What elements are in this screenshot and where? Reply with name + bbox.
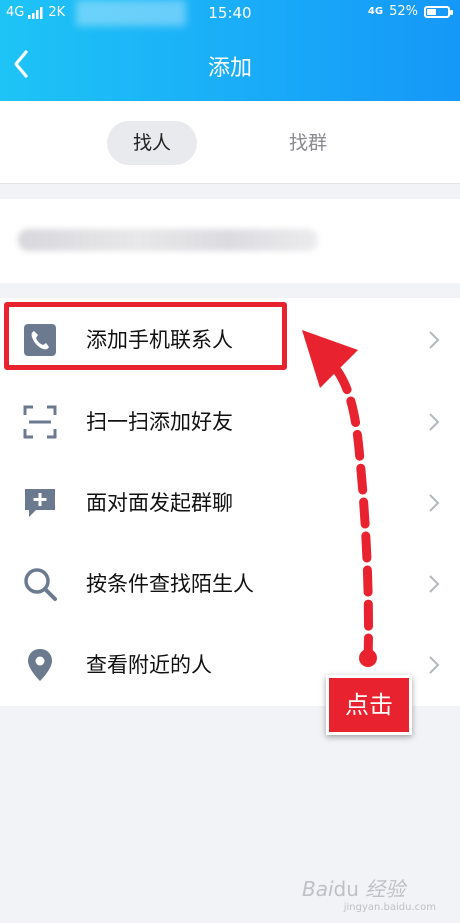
location-pin-icon <box>28 649 52 681</box>
network-type-right: 4G <box>367 6 384 17</box>
status-bar: 4G 2K 15:40 4G 52% <box>0 0 460 28</box>
list-item-label: 扫一扫添加好友 <box>86 410 233 434</box>
search-input-blurred[interactable] <box>18 229 318 251</box>
chevron-right-icon <box>429 413 440 431</box>
status-right: 4G 52% <box>367 4 453 19</box>
chevron-right-icon <box>429 575 440 593</box>
battery-icon <box>424 5 453 18</box>
list-item-label: 按条件查找陌生人 <box>86 572 254 596</box>
tap-instruction-badge: 点击 <box>326 675 412 735</box>
watermark-logo: Baidu 经验 jingyan.baidu.com <box>302 877 436 913</box>
dashed-arrow <box>302 330 377 667</box>
tab-find-people[interactable]: 找人 <box>107 121 197 165</box>
chevron-right-icon <box>429 331 440 349</box>
search-icon <box>24 568 57 601</box>
tab-bar: 找人 找群 <box>0 101 460 184</box>
scan-icon <box>23 405 57 439</box>
chevron-right-icon <box>429 656 440 674</box>
list-item-label: 面对面发起群聊 <box>86 491 233 515</box>
page-title: 添加 <box>207 56 252 81</box>
chat-plus-icon <box>25 489 55 517</box>
list-item-label: 查看附近的人 <box>86 653 212 677</box>
battery-percent: 52% <box>389 4 418 19</box>
highlight-box <box>4 302 287 370</box>
search-field-container[interactable] <box>0 199 460 283</box>
chevron-right-icon <box>429 494 440 512</box>
tab-find-groups[interactable]: 找群 <box>263 121 353 165</box>
app-header: 4G 2K 15:40 4G 52% 添加 <box>0 0 460 101</box>
